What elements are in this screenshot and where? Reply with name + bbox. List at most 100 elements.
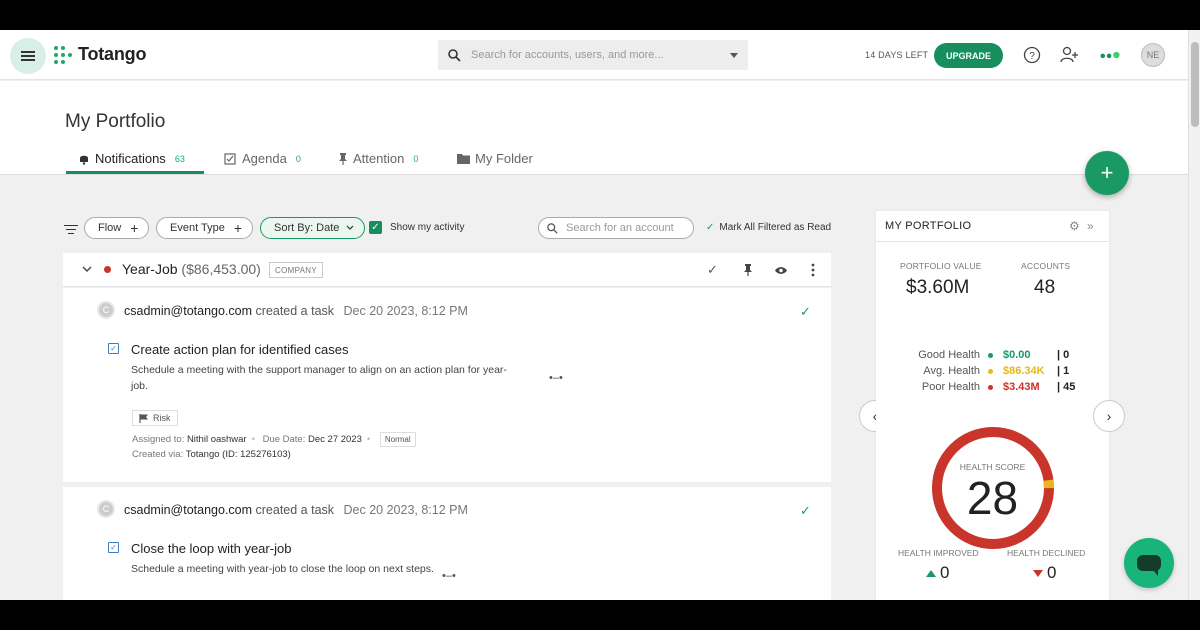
bell-icon xyxy=(80,155,88,165)
status-dot xyxy=(988,385,993,390)
sort-label: Sort By: Date xyxy=(274,222,340,234)
sort-dropdown[interactable]: Sort By: Date xyxy=(260,217,366,239)
accounts-count: 48 xyxy=(1034,277,1056,298)
tab-attention[interactable]: Attention 0 xyxy=(338,151,418,166)
notification-header: csadmin@totango.com created a task Dec 2… xyxy=(124,304,468,318)
chevron-down-icon[interactable] xyxy=(730,52,738,58)
top-header: Totango Search for accounts, users, and … xyxy=(0,30,1188,80)
health-value: $86.34K xyxy=(1003,365,1045,377)
action-text: created a task xyxy=(255,304,335,318)
assignee[interactable]: Nithil oashwar xyxy=(187,434,247,445)
health-value: $3.43M xyxy=(1003,381,1040,393)
risk-tag-label: Risk xyxy=(153,413,171,423)
search-icon xyxy=(547,222,558,234)
mark-done-icon[interactable]: ✓ xyxy=(707,262,718,278)
health-improved-label: HEALTH IMPROVED xyxy=(898,548,979,558)
portfolio-panel: MY PORTFOLIO ⚙ » PORTFOLIO VALUE $3.60M … xyxy=(876,211,1109,600)
assigned-label: Assigned to: xyxy=(132,434,185,445)
action-text: created a task xyxy=(255,503,335,517)
pin-icon[interactable] xyxy=(743,264,753,276)
actor-email[interactable]: csadmin@totango.com xyxy=(124,503,252,517)
collapse-chevron-icon[interactable] xyxy=(82,266,92,274)
tab-notifications[interactable]: Notifications 63 xyxy=(78,151,185,166)
filter-icon[interactable] xyxy=(64,222,78,237)
mark-all-read-button[interactable]: ✓ Mark All Filtered as Read xyxy=(706,222,831,233)
poor-health-row[interactable]: Poor Health $3.43M | 45 xyxy=(876,381,1109,395)
actor-email[interactable]: csadmin@totango.com xyxy=(124,304,252,318)
account-search-input[interactable]: Search for an account xyxy=(538,217,694,239)
plus-icon: + xyxy=(130,220,139,236)
health-label: Avg. Health xyxy=(923,365,980,377)
mark-read-check-icon[interactable]: ✓ xyxy=(800,503,811,519)
event-type-filter-button[interactable]: Event Type + xyxy=(156,217,254,239)
portfolio-value-label: PORTFOLIO VALUE xyxy=(900,261,982,271)
due-label: Due Date: xyxy=(262,434,306,445)
more-options-icon[interactable] xyxy=(811,263,815,277)
help-icon[interactable]: ? xyxy=(1022,45,1042,65)
status-dots-icon[interactable] xyxy=(1100,45,1120,65)
svg-text:?: ? xyxy=(1029,51,1035,62)
drag-handle-icon[interactable]: •–• xyxy=(442,570,456,582)
health-improved[interactable]: 0 xyxy=(926,563,949,583)
collapse-panel-icon[interactable]: » xyxy=(1087,219,1094,233)
risk-tag: Risk xyxy=(132,410,178,426)
flow-filter-label: Flow xyxy=(98,222,122,234)
add-user-icon[interactable] xyxy=(1060,45,1080,65)
folder-icon xyxy=(457,154,470,164)
upgrade-button[interactable]: UPGRADE xyxy=(934,43,1003,68)
tab-agenda[interactable]: Agenda 0 xyxy=(224,151,301,166)
account-name[interactable]: Year-Job ($86,453.00) xyxy=(122,261,261,277)
chat-launcher-button[interactable] xyxy=(1124,538,1174,588)
logo[interactable]: Totango xyxy=(54,44,146,65)
task-checkbox[interactable]: ✓ xyxy=(108,542,119,553)
good-health-row[interactable]: Good Health $0.00 | 0 xyxy=(876,349,1109,363)
tab-count: 0 xyxy=(295,153,301,164)
pin-icon xyxy=(339,152,347,165)
flow-filter-button[interactable]: Flow + xyxy=(84,217,150,239)
user-avatar[interactable]: NE xyxy=(1141,43,1165,67)
mark-read-check-icon[interactable]: ✓ xyxy=(800,304,811,320)
timestamp: Dec 20 2023, 8:12 PM xyxy=(343,304,468,318)
health-score-value: 28 xyxy=(966,472,1019,524)
status-dot xyxy=(988,369,993,374)
hamburger-menu-button[interactable] xyxy=(10,38,46,74)
account-search-placeholder: Search for an account xyxy=(566,222,674,234)
gear-icon[interactable]: ⚙ xyxy=(1069,219,1080,233)
avg-health-row[interactable]: Avg. Health $86.34K | 1 xyxy=(876,365,1109,379)
add-fab-button[interactable]: + xyxy=(1085,151,1129,195)
portfolio-value: $3.60M xyxy=(906,277,970,298)
user-avatar: C xyxy=(97,500,115,518)
task-meta: Assigned to: Nithil oashwar • Due Date: D… xyxy=(132,432,416,447)
top-letterbox xyxy=(0,0,1200,30)
notification-card: C csadmin@totango.com created a task Dec… xyxy=(63,288,831,482)
task-title[interactable]: Close the loop with year-job xyxy=(131,541,291,556)
health-status-dot xyxy=(104,266,111,273)
divider xyxy=(876,241,1109,242)
priority-badge: Normal xyxy=(379,432,416,447)
notification-card: C csadmin@totango.com created a task Dec… xyxy=(63,487,831,600)
health-declined[interactable]: 0 xyxy=(1033,563,1056,583)
tab-label: Agenda xyxy=(242,151,287,166)
bottom-letterbox xyxy=(0,600,1200,630)
up-arrow-icon xyxy=(926,569,936,577)
show-activity-checkbox[interactable]: ✓ xyxy=(369,221,382,234)
plus-icon: + xyxy=(233,220,243,236)
created-via: Totango xyxy=(185,449,220,460)
tab-my-folder[interactable]: My Folder xyxy=(457,151,533,166)
page-scrollbar[interactable] xyxy=(1188,30,1200,600)
tab-label: Notifications xyxy=(95,151,166,166)
active-tab-indicator xyxy=(66,171,204,174)
company-badge: COMPANY xyxy=(269,262,323,278)
next-arrow-button[interactable]: › xyxy=(1093,400,1125,432)
health-improved-value: 0 xyxy=(940,563,950,582)
user-avatar: C xyxy=(97,301,115,319)
drag-handle-icon[interactable]: •–• xyxy=(549,372,563,384)
global-search[interactable]: Search for accounts, users, and more... xyxy=(438,40,748,70)
task-title[interactable]: Create action plan for identified cases xyxy=(131,342,349,357)
task-checkbox[interactable]: ✓ xyxy=(108,343,119,354)
mark-all-label: Mark All Filtered as Read xyxy=(719,222,832,233)
portfolio-header: My Portfolio Notifications 63 Agenda 0 A… xyxy=(0,81,1188,175)
eye-icon[interactable] xyxy=(774,266,788,275)
page-title: My Portfolio xyxy=(65,111,166,132)
scrollbar-thumb[interactable] xyxy=(1191,42,1199,127)
